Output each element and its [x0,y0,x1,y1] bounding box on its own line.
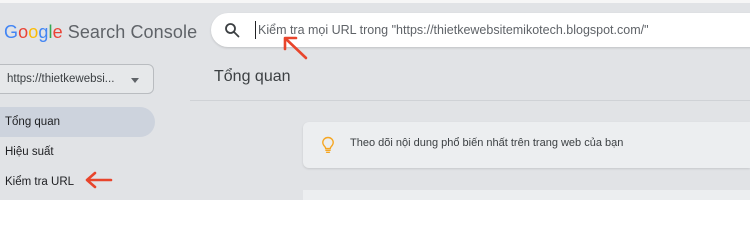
divider [190,100,750,101]
sidebar-item-label: Tổng quan [5,116,60,128]
search-console-logo[interactable]: Google Search Console [4,21,197,43]
text-cursor [255,21,256,39]
logo-letter-o2: o [28,22,39,42]
lightbulb-icon [322,136,334,153]
sidebar-item-performance[interactable]: Hiệu suất [0,137,155,167]
annotation-arrow-search [283,36,308,60]
tip-card[interactable]: Theo dõi nội dung phổ biến nhất trên tra… [303,122,750,168]
search-icon[interactable] [224,22,240,38]
next-card-edge [303,190,750,200]
page-title: Tổng quan [214,68,291,85]
logo-letter-g2: g [38,22,49,42]
property-selector-label: https://thietkewebsi... [7,73,115,85]
sidebar-item-label: Hiệu suất [5,146,54,158]
search-console-window: Google Search Console Kiểm tra mọi URL tr… [0,0,750,200]
app-header: Google Search Console Kiểm tra mọi URL tr… [0,0,750,54]
property-selector[interactable]: https://thietkewebsi... [0,64,154,94]
tip-text: Theo dõi nội dung phổ biến nhất trên tra… [350,137,624,149]
product-name: Search Console [67,22,198,42]
logo-letter-e: e [52,22,63,42]
logo-letter-g: G [4,22,19,42]
caret-down-icon [131,78,139,83]
logo-letter-o1: o [18,22,29,42]
sidebar-item-label: Kiểm tra URL [5,176,75,188]
annotation-arrow-url-inspection [85,171,113,189]
main-content: Tổng quan Theo dõi nội dung phổ biến nhấ… [190,54,750,200]
sidebar-item-overview[interactable]: Tổng quan [0,107,155,137]
sidebar-item-url-inspection[interactable]: Kiểm tra URL [0,167,155,197]
search-input[interactable]: Kiểm tra mọi URL trong "https://thietkew… [258,23,649,38]
